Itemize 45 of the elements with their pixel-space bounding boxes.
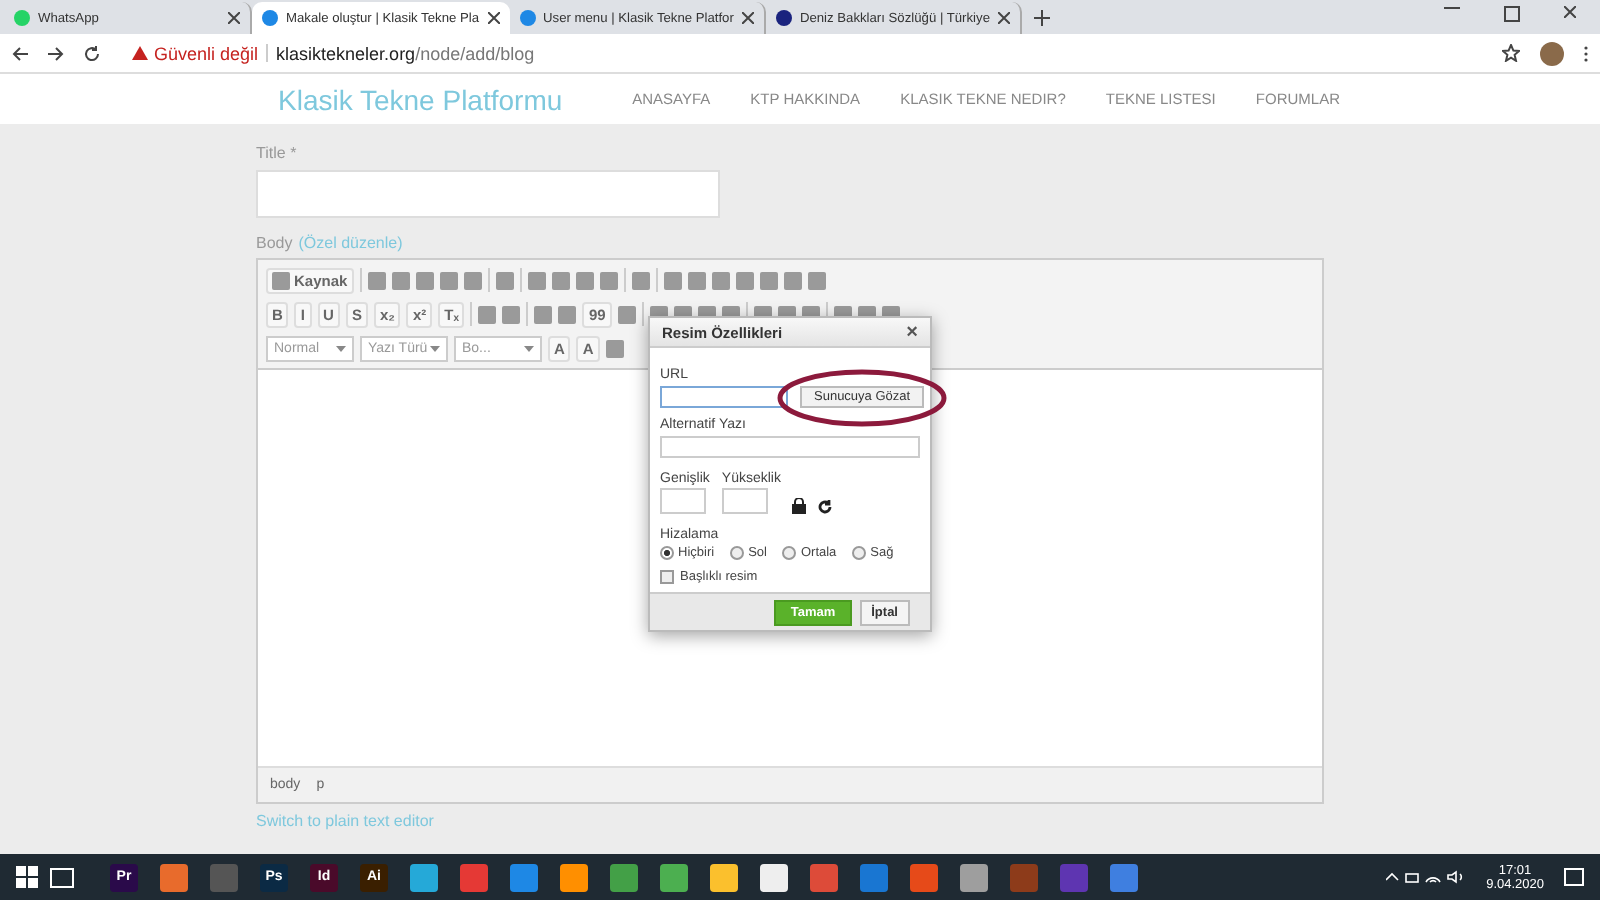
tray-icons[interactable]: [1386, 870, 1467, 884]
address-bar[interactable]: Güvenli değil klasiktekneler.org/node/add/blog: [120, 38, 1482, 68]
reset-icon[interactable]: [818, 500, 833, 514]
taskbar-app-icon[interactable]: [760, 863, 788, 891]
body-label: Body: [256, 234, 293, 252]
lock-icon[interactable]: [792, 498, 807, 514]
security-label: Güvenli değil: [154, 43, 259, 63]
maximize-icon[interactable]: [1504, 6, 1520, 22]
height-field[interactable]: [721, 488, 768, 514]
taskbar-app-icon[interactable]: [960, 863, 988, 891]
caret-icon: [524, 345, 534, 351]
reload-icon[interactable]: [84, 45, 100, 61]
close-icon[interactable]: [1564, 6, 1576, 18]
taskbar-app-icon[interactable]: [560, 863, 588, 891]
star-icon[interactable]: [1502, 44, 1520, 62]
radio-button[interactable]: [852, 546, 867, 560]
width-field[interactable]: [660, 488, 706, 514]
caret-icon: [430, 345, 440, 351]
taskbar-app-icon[interactable]: [410, 863, 438, 891]
windows-icon[interactable]: [16, 866, 38, 888]
radio-button[interactable]: [782, 546, 797, 560]
task-view-icon[interactable]: [50, 867, 74, 887]
taskbar-app-icon[interactable]: [710, 863, 738, 891]
alt-text-field[interactable]: [660, 436, 920, 458]
title-label: Title *: [256, 144, 299, 162]
title-field[interactable]: [256, 170, 720, 218]
radio-button[interactable]: [660, 546, 674, 560]
url-field[interactable]: [660, 386, 788, 408]
back-icon[interactable]: [12, 45, 28, 61]
radio-button[interactable]: [730, 546, 745, 560]
minimize-icon[interactable]: [1444, 6, 1460, 10]
new-tab-icon[interactable]: [1033, 9, 1050, 25]
close-icon[interactable]: [487, 12, 500, 24]
notification-icon[interactable]: [1564, 868, 1584, 886]
avatar-icon[interactable]: [1540, 41, 1564, 65]
close-icon[interactable]: [741, 12, 754, 24]
taskbar-app-icon[interactable]: [660, 863, 688, 891]
close-button[interactable]: ×: [906, 321, 918, 343]
close-icon[interactable]: [228, 12, 240, 24]
url-text: klasiktekneler.org/node/add/blog: [276, 43, 535, 63]
close-icon[interactable]: [997, 12, 1010, 24]
caret-icon: [336, 345, 346, 351]
checkbox[interactable]: [660, 570, 674, 584]
warning-icon: [132, 46, 148, 60]
forward-icon[interactable]: [48, 45, 64, 61]
